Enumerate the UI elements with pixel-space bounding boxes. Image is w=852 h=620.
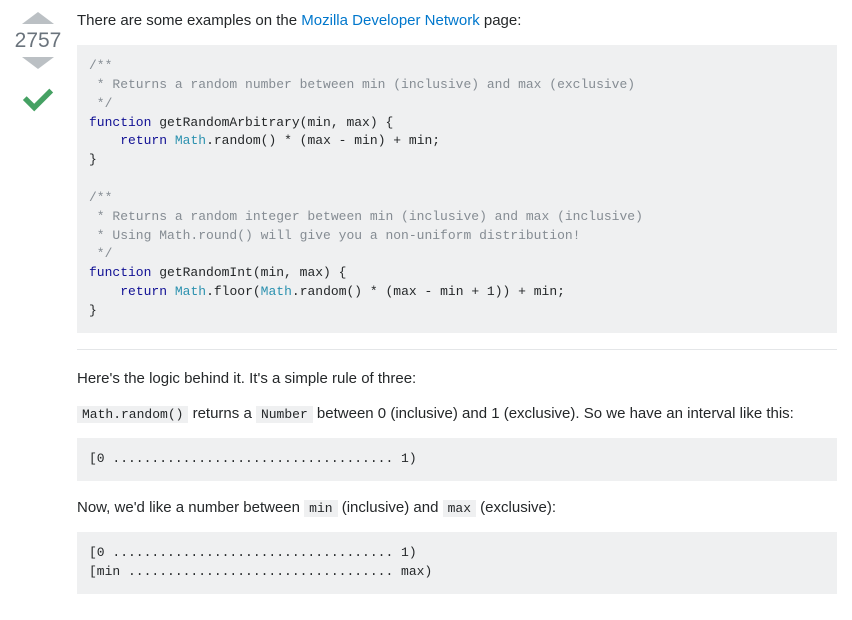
type: Math	[175, 133, 206, 148]
code-text: .random() * (max - min + 1)) + min;	[292, 284, 565, 299]
code-text: }	[89, 152, 97, 167]
comment: */	[89, 96, 112, 111]
code-text: getRandomInt(min, max) {	[151, 265, 346, 280]
text: Now, we'd like a number between	[77, 499, 304, 516]
comment: * Returns a random number between min (i…	[89, 77, 635, 92]
text: page:	[480, 12, 522, 29]
answer-post: 2757 There are some examples on the Mozi…	[15, 10, 837, 610]
keyword: function	[89, 115, 151, 130]
text: (inclusive) and	[338, 499, 443, 516]
code-block-1: /** * Returns a random number between mi…	[77, 45, 837, 333]
text: between 0 (inclusive) and 1 (exclusive).…	[313, 405, 794, 422]
vote-score: 2757	[15, 30, 62, 51]
type: Math	[175, 284, 206, 299]
inline-code: min	[304, 500, 337, 517]
accepted-checkmark-icon[interactable]	[21, 83, 55, 117]
code-text: getRandomArbitrary(min, max) {	[151, 115, 393, 130]
mdn-link[interactable]: Mozilla Developer Network	[301, 12, 479, 29]
keyword: return	[120, 133, 167, 148]
inline-code: Math.random()	[77, 406, 188, 423]
inline-code: Number	[256, 406, 313, 423]
interval-block-1: [0 .................................... …	[77, 438, 837, 481]
inline-code: max	[443, 500, 476, 517]
logic-intro: Here's the logic behind it. It's a simpl…	[77, 368, 837, 389]
comment: */	[89, 246, 112, 261]
keyword: function	[89, 265, 151, 280]
comment: * Using Math.round() will give you a non…	[89, 228, 580, 243]
upvote-icon[interactable]	[22, 12, 54, 24]
code-text: }	[89, 303, 97, 318]
answer-body: There are some examples on the Mozilla D…	[77, 10, 837, 610]
comment: * Returns a random integer between min (…	[89, 209, 643, 224]
text: returns a	[188, 405, 256, 422]
code-text: .random() * (max - min) + min;	[206, 133, 440, 148]
text: (exclusive):	[476, 499, 556, 516]
comment: /**	[89, 190, 112, 205]
vote-column: 2757	[15, 10, 61, 610]
paragraph-2: Math.random() returns a Number between 0…	[77, 403, 837, 424]
text: There are some examples on the	[77, 12, 301, 29]
type: Math	[261, 284, 292, 299]
code-text: .floor(	[206, 284, 261, 299]
comment: /**	[89, 58, 112, 73]
interval-block-2: [0 .................................... …	[77, 532, 837, 594]
downvote-icon[interactable]	[22, 57, 54, 69]
keyword: return	[120, 284, 167, 299]
intro-paragraph: There are some examples on the Mozilla D…	[77, 10, 837, 31]
divider	[77, 349, 837, 350]
paragraph-3: Now, we'd like a number between min (inc…	[77, 497, 837, 518]
